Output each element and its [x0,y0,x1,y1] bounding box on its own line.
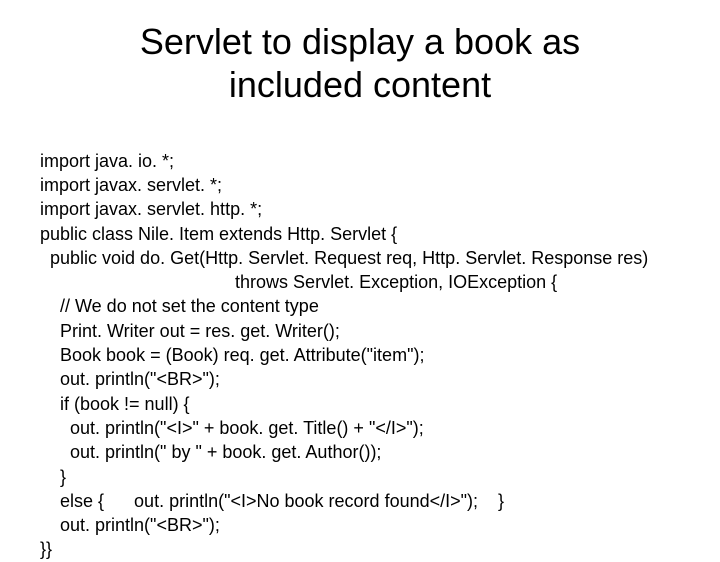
code-line: import java. io. *; [40,151,174,171]
code-line: import javax. servlet. http. *; [40,199,262,219]
code-block: import java. io. *; import javax. servle… [40,124,680,561]
code-line: Print. Writer out = res. get. Writer(); [40,321,340,341]
code-line: if (book != null) { [40,394,190,414]
code-line: out. println(" by " + book. get. Author(… [40,442,381,462]
code-line: public class Nile. Item extends Http. Se… [40,224,397,244]
code-line: public void do. Get(Http. Servlet. Reque… [40,248,648,268]
code-line: import javax. servlet. *; [40,175,222,195]
code-line: else { out. println("<I>No book record f… [40,491,504,511]
code-line: throws Servlet. Exception, IOException { [40,272,557,292]
code-line: out. println("<I>" + book. get. Title() … [40,418,424,438]
code-line: // We do not set the content type [40,296,319,316]
code-line: Book book = (Book) req. get. Attribute("… [40,345,424,365]
code-line: out. println("<BR>"); [40,369,220,389]
code-line: out. println("<BR>"); [40,515,220,535]
code-line: } [40,467,66,487]
code-line: }} [40,539,52,559]
slide-title: Servlet to display a book as included co… [40,20,680,106]
